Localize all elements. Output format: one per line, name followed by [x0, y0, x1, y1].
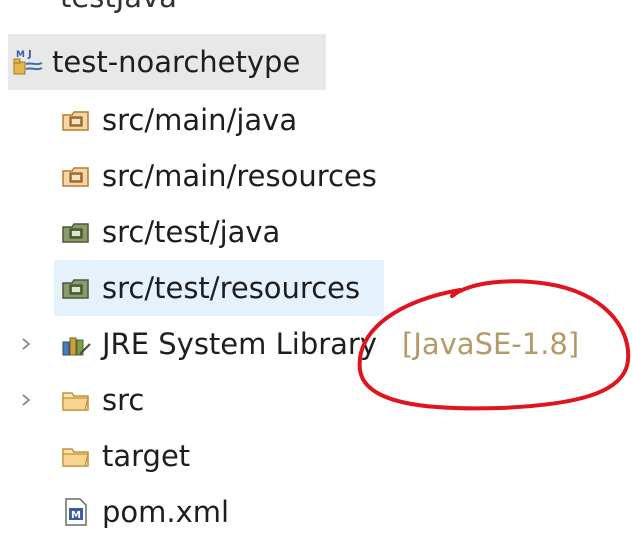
tree-item-target[interactable]: target	[0, 428, 632, 484]
project-explorer-tree: testJava M J test-noarchetype src/main/j…	[0, 0, 632, 529]
chevron-right-icon[interactable]	[14, 316, 38, 372]
tree-item-label: src	[102, 383, 145, 417]
source-folder-icon	[60, 104, 92, 136]
tree-item-project[interactable]: M J test-noarchetype	[0, 34, 632, 90]
tree-item-label: src/main/resources	[102, 159, 377, 193]
tree-item-pom-xml[interactable]: M pom.xml	[0, 484, 632, 540]
tree-item-src-test-java[interactable]: src/test/java	[0, 204, 632, 260]
tree-item-src[interactable]: src	[0, 372, 632, 428]
library-icon	[60, 328, 92, 360]
tree-item-jre-system-library[interactable]: JRE System Library [JavaSE-1.8]	[0, 316, 632, 372]
tree-item-label: target	[102, 439, 191, 473]
svg-text:M: M	[71, 510, 81, 521]
maven-file-icon: M	[60, 496, 92, 528]
folder-icon	[60, 384, 92, 416]
tree-item-label: test-noarchetype	[52, 45, 301, 79]
tree-item-src-main-resources[interactable]: src/main/resources	[0, 148, 632, 204]
test-source-folder-icon	[60, 272, 92, 304]
tree-item-label: src/test/java	[102, 215, 281, 249]
tree-item-label: JRE System Library	[102, 327, 378, 361]
folder-icon	[60, 440, 92, 472]
source-folder-icon	[60, 160, 92, 192]
svg-text:M: M	[16, 50, 25, 60]
tree-item-label: src/main/java	[102, 103, 298, 137]
maven-project-icon: M J	[12, 46, 44, 78]
partial-tree-item[interactable]: testJava	[60, 0, 177, 14]
svg-text:J: J	[27, 49, 32, 60]
test-source-folder-icon	[60, 216, 92, 248]
tree-item-label: pom.xml	[102, 495, 230, 529]
tree-item-src-main-java[interactable]: src/main/java	[0, 92, 632, 148]
tree-item-label: src/test/resources	[102, 271, 361, 305]
tree-item-src-test-resources[interactable]: src/test/resources	[0, 260, 632, 316]
jre-version-decoration: [JavaSE-1.8]	[402, 327, 580, 361]
chevron-right-icon[interactable]	[14, 372, 38, 428]
